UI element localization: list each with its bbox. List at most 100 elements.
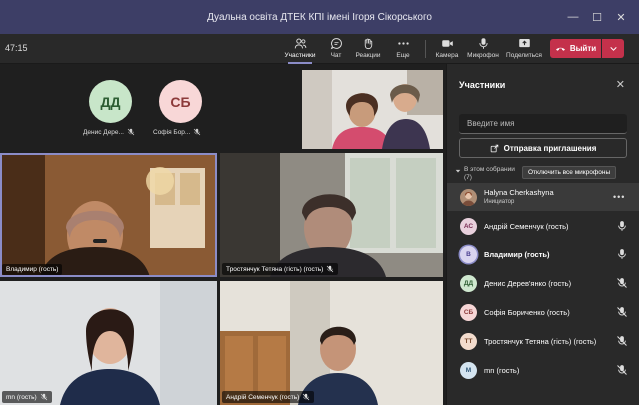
in-meeting-section-header[interactable]: В этом собрании (7) xyxy=(455,166,515,182)
panel-title: Участники xyxy=(459,80,506,90)
avatar: ДД xyxy=(460,274,477,292)
participant-name: Андрій Семенчук (гость) xyxy=(484,221,569,231)
avatar-initials: ТТ xyxy=(464,337,473,345)
meeting-timer: 47:15 xyxy=(5,43,28,53)
avatar-initials: СБ xyxy=(170,93,191,110)
participant-name: Денис Дерев'янко (гость) xyxy=(484,278,572,288)
video-tile-mn[interactable]: mn (гость) xyxy=(0,281,217,405)
participant-name: Тростянчук Тетяна (гість) (гость) xyxy=(484,336,597,346)
window-title: Дуальна освіта ДТЕК КПІ імені Ігоря Сіко… xyxy=(207,11,432,23)
tile-name: Андрій Семенчук (гость) xyxy=(226,393,300,401)
minimize-icon[interactable]: — xyxy=(561,11,585,23)
participant-name: Halyna Cherkashyna xyxy=(484,188,554,197)
in-meeting-count: (7) xyxy=(464,174,472,181)
participant-row[interactable]: СБ Софія Бориченко (гость) xyxy=(447,298,639,326)
participant-name-label: Софія Бор... xyxy=(153,128,191,136)
share-link-icon xyxy=(490,144,498,152)
share-label: Поделиться xyxy=(506,52,542,59)
muted-mic-icon xyxy=(617,365,627,375)
video-tile-tetiana[interactable]: Тростянчук Тетяна (гість) (гость) xyxy=(220,153,443,277)
participant-name-label: Денис Дере... xyxy=(83,128,124,136)
avatar: СБ xyxy=(460,303,477,321)
more-button[interactable]: Еще xyxy=(383,37,423,63)
video-feed xyxy=(0,153,217,277)
video-feed xyxy=(220,281,443,405)
video-feed xyxy=(220,153,443,277)
people-icon xyxy=(294,38,306,49)
muted-mic-icon xyxy=(194,128,201,136)
video-feed xyxy=(302,70,443,149)
video-tile-andrii[interactable]: Андрій Семенчук (гость) xyxy=(220,281,443,405)
leave-options-button[interactable] xyxy=(602,39,624,58)
participant-role: Инициатор xyxy=(484,199,515,205)
participant-search[interactable] xyxy=(459,114,627,134)
muted-mic-icon xyxy=(617,278,627,288)
maximize-icon[interactable]: ☐ xyxy=(585,11,609,24)
camera-label: Камера xyxy=(435,52,459,59)
microphone-icon xyxy=(618,249,626,259)
video-tile-room[interactable] xyxy=(302,70,443,149)
participant-name: Софія Бориченко (гость) xyxy=(484,307,570,317)
avatar[interactable]: ДД xyxy=(89,80,132,123)
share-button[interactable]: Поделиться xyxy=(504,37,544,63)
more-options-icon[interactable]: ••• xyxy=(613,192,625,202)
share-screen-icon xyxy=(518,39,530,48)
participants-panel: Участники ✕ Отправка приглашения В этом … xyxy=(446,64,639,405)
window-controls: — ☐ ✕ xyxy=(561,0,633,34)
camera-button[interactable]: Камера xyxy=(427,37,467,63)
participant-name: mn (гость) xyxy=(484,365,520,375)
participant-row[interactable]: Halyna Cherkashyna Инициатор ••• xyxy=(447,183,639,211)
close-window-icon[interactable]: ✕ xyxy=(609,11,633,24)
chat-icon xyxy=(330,38,342,50)
mute-all-label: Отключить все микрофоны xyxy=(528,169,611,176)
participants-label: Участники xyxy=(284,52,316,59)
chevron-down-icon xyxy=(455,169,461,173)
leave-button[interactable]: Выйти xyxy=(550,39,601,58)
muted-mic-icon xyxy=(617,336,627,346)
reactions-icon xyxy=(364,38,372,50)
in-meeting-label: В этом собрании xyxy=(464,166,515,173)
avatar xyxy=(460,188,477,206)
microphone-button[interactable]: Микрофон xyxy=(463,37,503,63)
hang-up-icon xyxy=(555,47,565,51)
camera-icon xyxy=(441,40,453,47)
muted-mic-icon xyxy=(327,265,334,273)
participant-row[interactable]: ДД Денис Дерев'янко (гость) xyxy=(447,269,639,297)
search-input[interactable] xyxy=(467,119,619,128)
participant-row[interactable]: M mn (гость) xyxy=(447,356,639,384)
participants-button[interactable]: Участники xyxy=(280,37,320,64)
profile-photo xyxy=(462,191,475,206)
video-tile-vladimir[interactable]: Владимир (гость) xyxy=(0,153,217,277)
title-bar: Дуальна освіта ДТЕК КПІ імені Ігоря Сіко… xyxy=(0,0,639,34)
tile-name-tag: Владимир (гость) xyxy=(2,264,63,275)
participant-name: Денис Дере... xyxy=(83,128,135,136)
microphone-label: Микрофон xyxy=(467,52,499,59)
participant-row[interactable]: В Владимир (гость) xyxy=(447,240,639,268)
leave-label: Выйти xyxy=(569,44,597,53)
video-feed xyxy=(0,281,217,405)
tile-name-tag: Андрій Семенчук (гость) xyxy=(222,391,315,403)
muted-mic-icon xyxy=(40,393,47,401)
muted-mic-icon xyxy=(303,393,310,401)
close-icon[interactable]: ✕ xyxy=(616,78,625,91)
tile-name: Тростянчук Тетяна (гість) (гость) xyxy=(226,265,324,273)
send-invite-button[interactable]: Отправка приглашения xyxy=(459,138,627,158)
microphone-icon xyxy=(478,38,488,49)
more-label: Еще xyxy=(396,52,410,59)
avatar-initials: АС xyxy=(463,222,474,230)
video-stage: ДД Денис Дере... СБ Софія Бор... Владими… xyxy=(0,64,446,405)
meeting-toolbar: 47:15 Участники Чат Реакции Еще Камера М… xyxy=(0,34,639,64)
toolbar-divider xyxy=(425,40,426,58)
chevron-down-icon xyxy=(609,47,617,51)
reactions-button[interactable]: Реакции xyxy=(348,37,388,63)
participant-name: Софія Бор... xyxy=(153,128,201,136)
tile-name: Владимир (гость) xyxy=(6,266,59,273)
participant-row[interactable]: ТТ Тростянчук Тетяна (гість) (гость) xyxy=(447,327,639,355)
mute-all-button[interactable]: Отключить все микрофоны xyxy=(522,166,617,179)
participant-row[interactable]: АС Андрій Семенчук (гость) xyxy=(447,212,639,240)
avatar: ТТ xyxy=(460,332,477,350)
reactions-label: Реакции xyxy=(355,52,381,59)
send-invite-label: Отправка приглашения xyxy=(503,143,597,153)
avatar: В xyxy=(460,245,477,263)
avatar[interactable]: СБ xyxy=(159,80,202,123)
